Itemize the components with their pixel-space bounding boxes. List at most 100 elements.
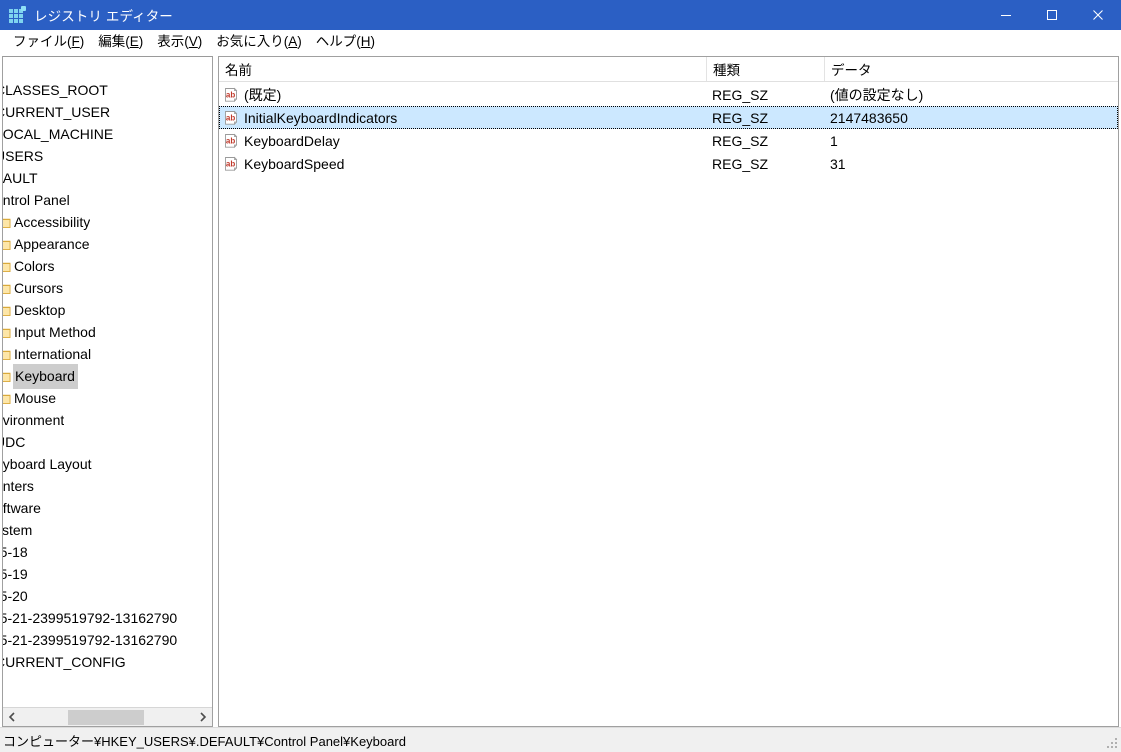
scroll-right-icon[interactable] xyxy=(194,709,212,726)
table-row[interactable]: ab KeyboardDelay REG_SZ 1 xyxy=(219,129,1118,152)
scrollbar-thumb[interactable] xyxy=(68,709,144,725)
tree-item-oftware[interactable]: oftware xyxy=(3,497,212,519)
menu-help[interactable]: ヘルプ(H) xyxy=(309,32,382,53)
tree-item-label: Desktop xyxy=(14,302,66,318)
tree-item-label: eyboard Layout xyxy=(3,456,92,472)
minimize-button[interactable] xyxy=(983,0,1029,30)
value-data: 1 xyxy=(830,132,838,149)
svg-text:ab: ab xyxy=(226,90,235,99)
tree-item-label: UDC xyxy=(3,434,26,450)
value-name: InitialKeyboardIndicators xyxy=(244,109,398,126)
tree-item-[interactable]: - xyxy=(3,57,212,79)
tree-item-ystem[interactable]: ystem xyxy=(3,519,212,541)
tree-item-appearance[interactable]: Appearance xyxy=(3,233,212,255)
value-data: 2147483650 xyxy=(830,109,908,126)
tree-item-colors[interactable]: Colors xyxy=(3,255,212,277)
folder-icon xyxy=(3,215,11,229)
svg-text:ab: ab xyxy=(226,159,235,168)
menu-help-accel: H xyxy=(360,34,371,50)
tree-item-eyboard-layout[interactable]: eyboard Layout xyxy=(3,453,212,475)
tree-item-5-18[interactable]: -5-18 xyxy=(3,541,212,563)
menu-file-text: ファイル( xyxy=(13,34,72,50)
tree-item-ontrol-panel[interactable]: ontrol Panel xyxy=(3,189,212,211)
tree-item-5-20[interactable]: -5-20 xyxy=(3,585,212,607)
menu-file[interactable]: ファイル(F) xyxy=(6,32,91,53)
tree-item-label: -5-21-2399519792-13162790 xyxy=(3,632,178,648)
tree-horizontal-scrollbar[interactable] xyxy=(3,707,212,726)
tree-item-label: International xyxy=(14,346,92,362)
value-name-cell: ab InitialKeyboardIndicators xyxy=(219,110,706,126)
value-name-cell: ab KeyboardSpeed xyxy=(219,156,706,172)
scroll-left-icon[interactable] xyxy=(3,709,21,726)
registry-values-pane[interactable]: 名前 種類 データ ab (既定) REG_SZ (値の設定なし) ab InitialK… xyxy=(218,56,1119,727)
menu-view[interactable]: 表示(V) xyxy=(150,32,209,53)
menu-bar: ファイル(F) 編集(E) 表示(V) お気に入り(A) ヘルプ(H) xyxy=(0,30,1121,56)
menu-favorites-accel: A xyxy=(288,34,298,50)
tree-item-fault[interactable]: FAULT xyxy=(3,167,212,189)
value-name: KeyboardSpeed xyxy=(244,155,345,172)
tree-item-label: -5-21-2399519792-13162790 xyxy=(3,610,178,626)
table-row[interactable]: ab (既定) REG_SZ (値の設定なし) xyxy=(219,83,1118,106)
tree-item-rinters[interactable]: rinters xyxy=(3,475,212,497)
folder-icon xyxy=(3,281,11,295)
tree-item-desktop[interactable]: Desktop xyxy=(3,299,212,321)
menu-file-tail: ) xyxy=(79,34,85,50)
title-bar[interactable]: レジストリ エディター xyxy=(0,0,1121,30)
tree-item-accessibility[interactable]: Accessibility xyxy=(3,211,212,233)
tree-item-cursors[interactable]: Cursors xyxy=(3,277,212,299)
menu-favorites-tail: ) xyxy=(297,34,302,50)
tree-item-nvironment[interactable]: nvironment xyxy=(3,409,212,431)
tree-item-users[interactable]: USERS xyxy=(3,145,212,167)
value-type: REG_SZ xyxy=(712,132,769,149)
list-body[interactable]: ab (既定) REG_SZ (値の設定なし) ab InitialKeyboardInd… xyxy=(219,82,1118,726)
tree-item-label: Accessibility xyxy=(14,214,91,230)
scrollbar-track[interactable] xyxy=(21,709,194,726)
close-button[interactable] xyxy=(1075,0,1121,30)
menu-edit-text: 編集( xyxy=(98,34,130,50)
column-header-name[interactable]: 名前 xyxy=(219,57,706,81)
table-row[interactable]: ab KeyboardSpeed REG_SZ 31 xyxy=(219,152,1118,175)
tree-item-label: Cursors xyxy=(14,280,64,296)
tree-item-5-19[interactable]: -5-19 xyxy=(3,563,212,585)
tree-item-5-21-2399519792-13162790[interactable]: -5-21-2399519792-13162790 xyxy=(3,629,212,651)
tree-item-current-config[interactable]: CURRENT_CONFIG xyxy=(3,651,212,673)
maximize-button[interactable] xyxy=(1029,0,1075,30)
tree-item-label: ystem xyxy=(3,522,33,538)
tree-item-label: Appearance xyxy=(14,236,90,252)
tree-item-mouse[interactable]: Mouse xyxy=(3,387,212,409)
main-content: - CLASSES_ROOT CURRENT_USER LOCAL_MACHINE US… xyxy=(0,56,1121,727)
menu-edit[interactable]: 編集(E) xyxy=(91,32,150,53)
tree-item-classes-root[interactable]: CLASSES_ROOT xyxy=(3,79,212,101)
tree-item-label: Input Method xyxy=(14,324,96,340)
column-header-data[interactable]: データ xyxy=(824,57,1118,81)
menu-edit-accel: E xyxy=(129,34,139,50)
table-row[interactable]: ab InitialKeyboardIndicators REG_SZ 2147483… xyxy=(219,106,1118,129)
folder-icon xyxy=(3,237,11,251)
tree-item-local-machine[interactable]: LOCAL_MACHINE xyxy=(3,123,212,145)
tree-item-label: USERS xyxy=(3,148,44,164)
value-name: KeyboardDelay xyxy=(244,132,340,149)
folder-icon xyxy=(3,391,11,405)
tree-item-label: oftware xyxy=(3,500,41,516)
tree-item-current-user[interactable]: CURRENT_USER xyxy=(3,101,212,123)
folder-icon xyxy=(3,303,11,317)
registry-tree-pane[interactable]: - CLASSES_ROOT CURRENT_USER LOCAL_MACHINE US… xyxy=(2,56,213,727)
column-header-type[interactable]: 種類 xyxy=(706,57,824,81)
tree-item-udc[interactable]: UDC xyxy=(3,431,212,453)
tree-item-label: rinters xyxy=(3,478,34,494)
tree-item-label: Keyboard xyxy=(13,363,78,389)
menu-edit-tail: ) xyxy=(138,34,144,50)
menu-favorites[interactable]: お気に入り(A) xyxy=(209,32,309,53)
tree-item-input-method[interactable]: Input Method xyxy=(3,321,212,343)
value-data: 31 xyxy=(830,155,846,172)
tree-item-label: LOCAL_MACHINE xyxy=(3,126,114,142)
registry-grid-icon xyxy=(8,6,26,24)
tree-item-keyboard[interactable]: Keyboard xyxy=(3,363,212,389)
tree-item-label: -5-19 xyxy=(3,566,28,582)
tree-item-international[interactable]: International xyxy=(3,343,212,365)
tree-item-label: nvironment xyxy=(3,412,65,428)
tree-item-5-21-2399519792-13162790[interactable]: -5-21-2399519792-13162790 xyxy=(3,607,212,629)
registry-tree[interactable]: - CLASSES_ROOT CURRENT_USER LOCAL_MACHINE US… xyxy=(3,57,212,707)
value-data: (値の設定なし) xyxy=(830,86,924,103)
resize-grip-icon[interactable] xyxy=(1106,737,1118,749)
